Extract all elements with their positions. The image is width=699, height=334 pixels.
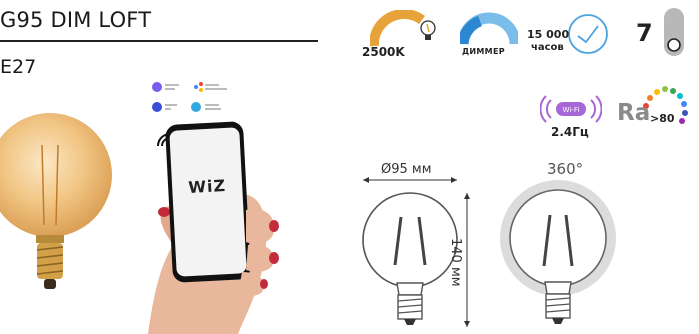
glow-bulb-image (500, 180, 616, 324)
wifi-badge-text: Wi-Fi (563, 106, 580, 114)
hand-fingers-image (238, 209, 279, 296)
lifetime-value: 15 000 (527, 28, 570, 41)
alice-icon (152, 82, 162, 92)
siri-icon (152, 102, 162, 112)
google-assistant-icon (194, 85, 198, 89)
warranty-badge-icon (664, 8, 684, 56)
title-divider (0, 40, 318, 42)
marusia-icon (191, 102, 201, 112)
color-temperature-icon (370, 10, 436, 47)
dimmer-label: ДИММЕР (462, 47, 505, 56)
dimension-drawing (362, 177, 470, 327)
diameter-label: Ø95 мм (381, 162, 432, 177)
warranty-years: 7 (636, 19, 653, 47)
dimmer-icon (460, 12, 518, 45)
amber-bulb-image (0, 113, 112, 289)
lifetime-unit: часов (531, 42, 564, 53)
app-integrations (152, 82, 227, 112)
cri-symbol: Ra (617, 100, 651, 126)
cri-value: >80 (650, 112, 675, 125)
product-title: G95 DIM LOFT (0, 8, 152, 32)
beam-angle-label: 360° (547, 160, 584, 178)
socket-type: E27 (0, 56, 37, 78)
wifi-frequency: 2.4Гц (551, 125, 589, 139)
clock-icon (568, 14, 608, 54)
height-label: 140 мм (448, 238, 463, 287)
color-temperature-label: 2500K (362, 45, 405, 59)
wifi-badge-icon: Wi-Fi (540, 95, 602, 123)
